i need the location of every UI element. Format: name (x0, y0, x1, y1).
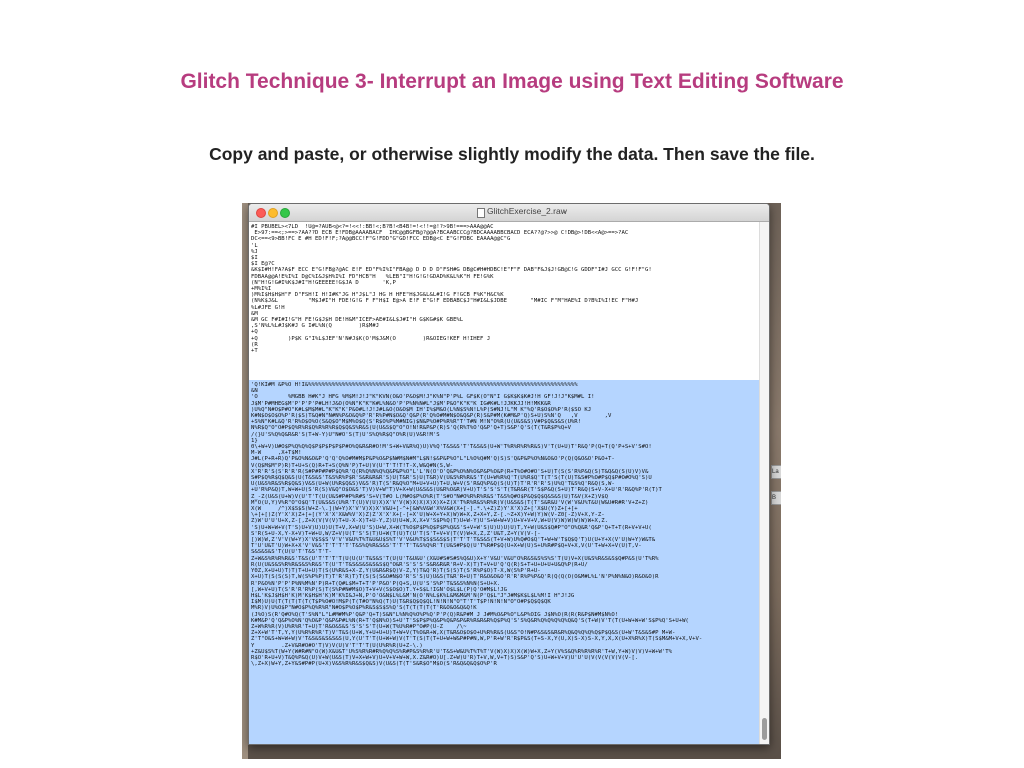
minimize-icon[interactable] (268, 208, 278, 218)
selected-text: 'Q!KI#M &P%O H!I&%%%%%%%%%%%%%%%%%%%%%%%… (251, 382, 703, 668)
slide-subtitle: Copy and paste, or otherwise slightly mo… (209, 144, 815, 164)
slide-title: Glitch Technique 3- Interrupt an Image u… (180, 70, 844, 93)
side-label-2: B (771, 491, 781, 505)
title-chevron-icon[interactable]: ⌄ (561, 206, 568, 215)
window-title: GlitchExercise_2.raw (487, 206, 567, 216)
scrollbar-thumb[interactable] (762, 718, 767, 740)
zoom-icon[interactable] (280, 208, 290, 218)
embedded-screenshot: La B GlitchExercise_2.raw ⌄ #I PBUBEL><7… (242, 203, 781, 759)
document-icon (477, 208, 485, 218)
window-titlebar[interactable]: GlitchExercise_2.raw ⌄ (249, 204, 769, 222)
text-editor-window: GlitchExercise_2.raw ⌄ #I PBUBEL><7LD !U… (248, 203, 770, 745)
unselected-text: #I PBUBEL><7LD !U@=?AUB<@<?=!<<!:BB!<;B?… (251, 224, 652, 355)
text-editing-area[interactable]: #I PBUBEL><7LD !U@=?AUB<@<?=!<<!:BB!<;B?… (249, 222, 759, 744)
close-icon[interactable] (256, 208, 266, 218)
side-label-1: La (771, 465, 781, 479)
vertical-scrollbar[interactable] (759, 222, 769, 744)
